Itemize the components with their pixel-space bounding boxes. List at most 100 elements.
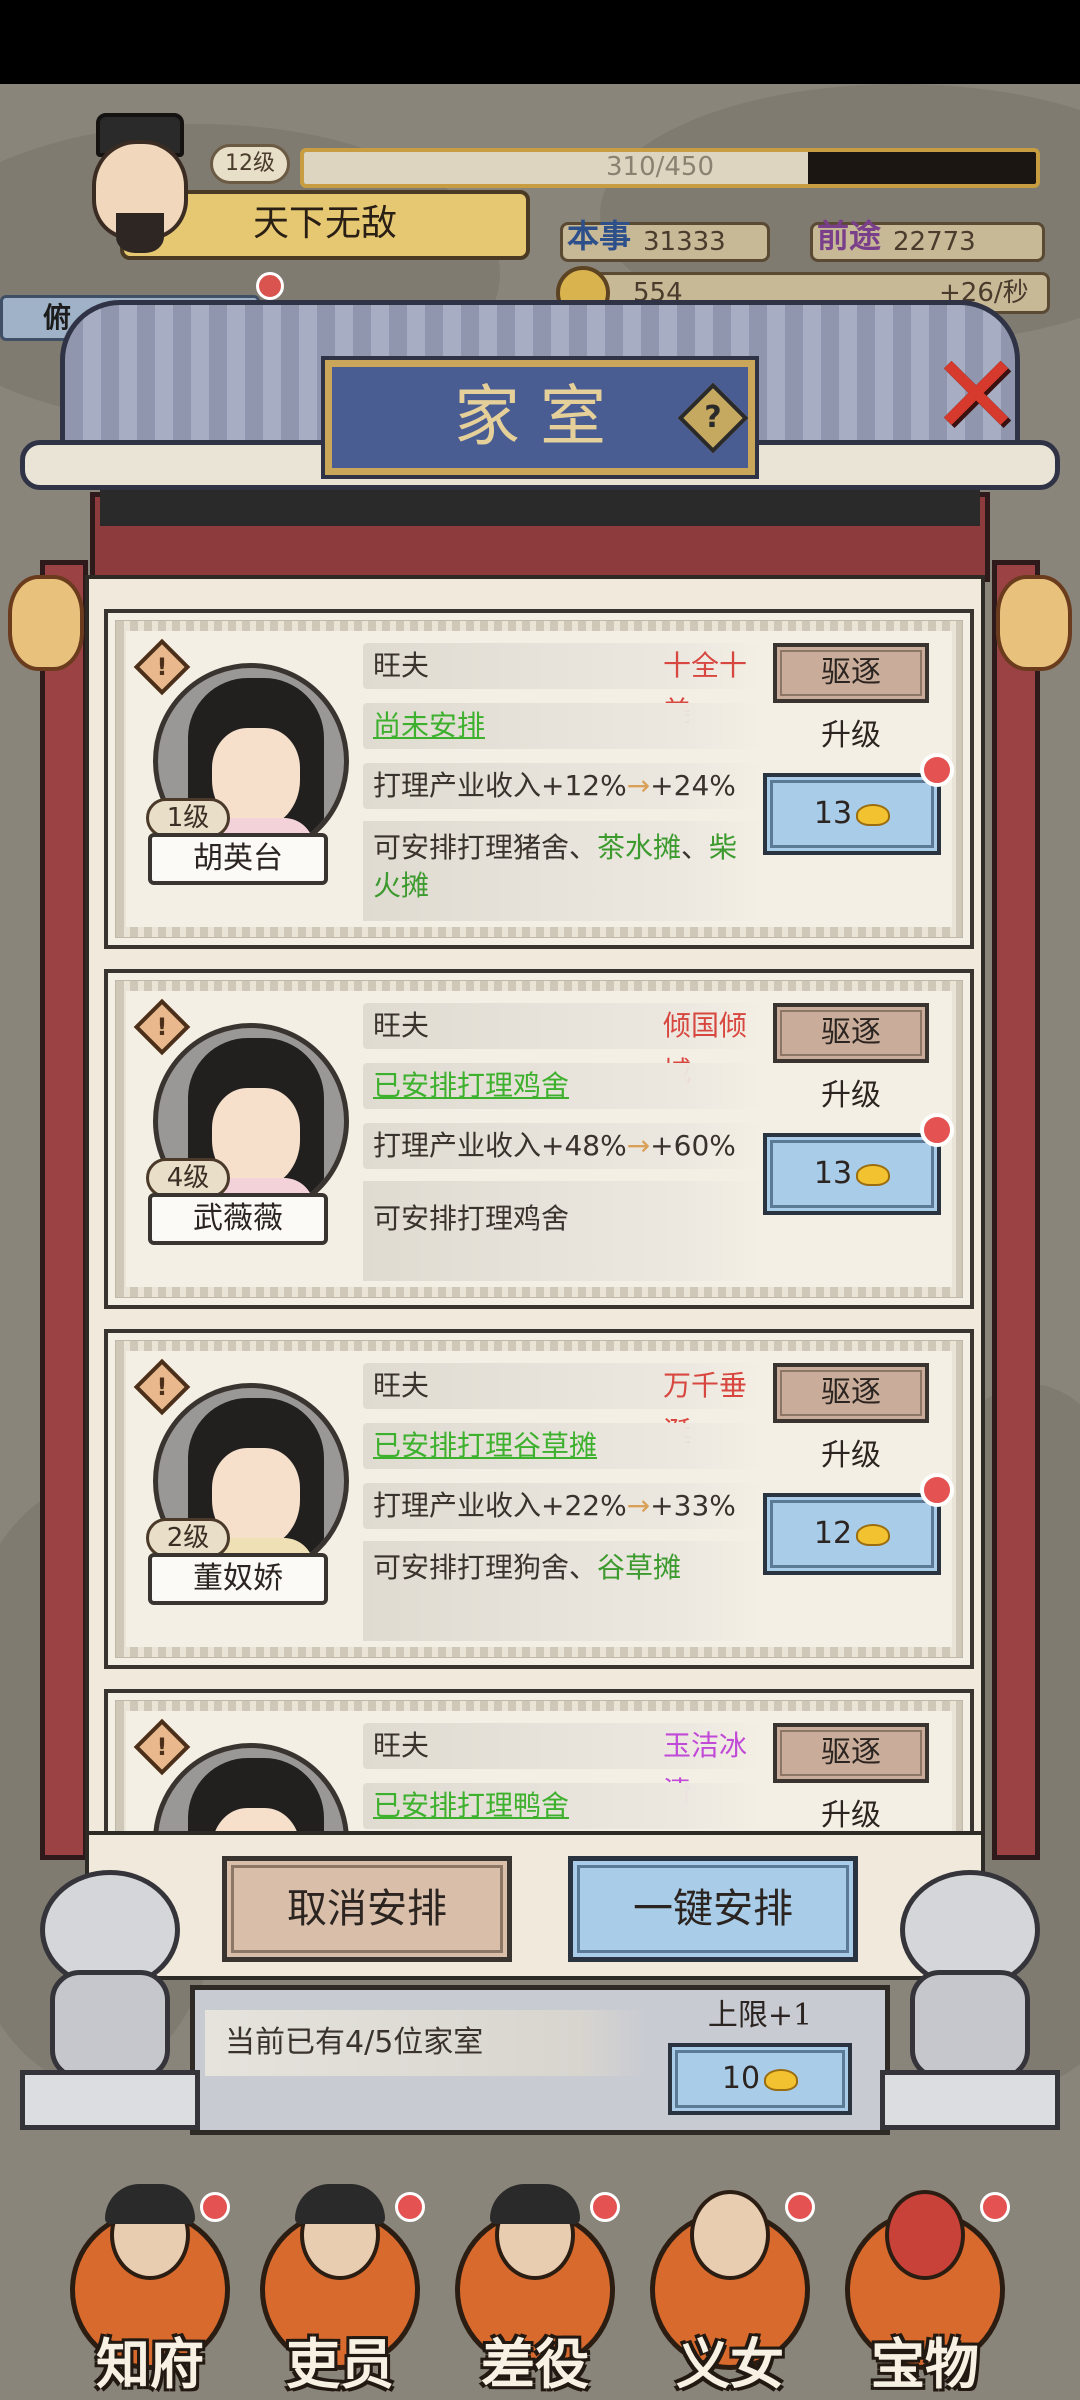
upgrade-cost: 12 (813, 1516, 853, 1551)
gold-ingot-icon (856, 803, 891, 826)
assignment-status[interactable]: 尚未安排 (373, 709, 485, 742)
wife-card: ! 1级 胡英台 旺夫 十全十美 尚未安排 打理产业收入+12%→+24% 可安… (104, 609, 974, 949)
upgrade-cost: 13 (813, 1156, 853, 1191)
close-icon: ✕ (930, 331, 1023, 459)
arrow-icon: → (626, 1489, 651, 1522)
wife-level: 1级 (146, 798, 230, 838)
prospect-value: 22773 (893, 227, 976, 257)
notification-dot (256, 272, 284, 300)
gold-ingot-icon (856, 1523, 891, 1546)
lantern-right-icon (996, 575, 1072, 671)
official-hat-icon (105, 2184, 195, 2224)
wife-card: ! 旺夫 玉洁冰清 已安排打理鸭舍 驱逐 升级 (104, 1689, 974, 1833)
gate-pillar-right (992, 560, 1040, 1860)
assignable-desc: 可安排打理狗舍、谷草摊 (363, 1541, 763, 1641)
stone-lion-right-icon (880, 1870, 1060, 2130)
desc-highlight: 茶水摊 (597, 831, 682, 864)
income-current: 打理产业收入+12% (373, 769, 627, 802)
arrow-icon: → (626, 769, 651, 802)
expel-button[interactable]: 驱逐 (773, 1003, 929, 1063)
official-hat-icon (295, 2184, 385, 2224)
trait-label: 旺夫 (373, 649, 430, 682)
assignment-status[interactable]: 已安排打理鸭舍 (373, 1789, 569, 1822)
income-next: +60% (650, 1129, 736, 1162)
status-row: 已安排打理鸡舍 (363, 1063, 763, 1109)
auto-assign-button[interactable]: 一键安排 (568, 1856, 858, 1962)
close-button[interactable]: ✕ (930, 340, 1040, 450)
income-current: 打理产业收入+48% (373, 1129, 627, 1162)
nav-label: 宝物 (871, 2332, 979, 2396)
xp-text: 310/450 (605, 152, 714, 182)
desc-separator: 、 (681, 831, 710, 864)
notification-dot (395, 2192, 425, 2222)
skill-value: 31333 (643, 227, 726, 257)
assignable-desc: 可安排打理猪舍、茶水摊、柴火摊 (363, 821, 763, 921)
notification-dot (920, 1473, 954, 1507)
status-row: 已安排打理谷草摊 (363, 1423, 763, 1469)
notification-dot (590, 2192, 620, 2222)
income-current: 打理产业收入+22% (373, 1489, 627, 1522)
income-row: 打理产业收入+12%→+24% (363, 763, 763, 809)
wife-name: 董奴娇 (148, 1553, 328, 1605)
treasure-bag-icon (885, 2190, 965, 2280)
wife-level: 4级 (146, 1158, 230, 1198)
income-row: 打理产业收入+48%→+60% (363, 1123, 763, 1169)
cancel-assignments-button[interactable]: 取消安排 (222, 1856, 512, 1962)
player-avatar[interactable] (70, 105, 210, 255)
trait-row: 旺夫 十全十美 (363, 643, 763, 728)
income-next: +33% (650, 1489, 736, 1522)
prospect-label: 前途 (817, 217, 882, 255)
skill-label: 本事 (567, 217, 632, 255)
gate-beam-shadow (100, 490, 980, 526)
desc-highlight: 谷草摊 (597, 1551, 682, 1584)
upgrade-button[interactable]: 13 (763, 1133, 941, 1215)
notification-dot (920, 1113, 954, 1147)
upgrade-label: 升级 (821, 1438, 881, 1473)
nav-label: 差役 (481, 2332, 589, 2396)
notification-dot (980, 2192, 1010, 2222)
upgrade-label: 升级 (821, 1798, 881, 1833)
capacity-cost: 10 (721, 2061, 761, 2096)
notification-dot (920, 753, 954, 787)
trait-label: 旺夫 (373, 1729, 430, 1762)
avatar-beard (116, 213, 164, 253)
expel-button[interactable]: 驱逐 (773, 643, 929, 703)
stone-lion-left-icon (20, 1870, 200, 2130)
nav-label: 义女 (676, 2332, 784, 2396)
wife-card: ! 2级 董奴娇 旺夫 万千垂涎 已安排打理谷草摊 打理产业收入+22%→+33… (104, 1329, 974, 1669)
nav-label: 吏员 (286, 2332, 394, 2396)
wife-name: 武薇薇 (148, 1193, 328, 1245)
capacity-upgrade-button[interactable]: 10 (668, 2043, 852, 2115)
wives-list[interactable]: ! 1级 胡英台 旺夫 十全十美 尚未安排 打理产业收入+12%→+24% 可安… (85, 575, 985, 1835)
assignable-desc: 可安排打理鸡舍 (363, 1181, 763, 1281)
trait-label: 旺夫 (373, 1009, 430, 1042)
gold-ingot-icon (764, 2068, 799, 2091)
gold-ingot-icon (856, 1163, 891, 1186)
notification-dot (200, 2192, 230, 2222)
income-next: +24% (650, 769, 736, 802)
income-row: 打理产业收入+22%→+33% (363, 1483, 763, 1529)
goddaughter-portrait-icon (690, 2190, 770, 2280)
trait-row: 旺夫 倾国倾城 (363, 1003, 763, 1088)
notification-dot (785, 2192, 815, 2222)
upgrade-label: 升级 (821, 1078, 881, 1113)
expel-button[interactable]: 驱逐 (773, 1723, 929, 1783)
upgrade-label: 升级 (821, 718, 881, 753)
desc-text: 可安排打理鸡舍 (373, 1202, 570, 1235)
wife-card: ! 4级 武薇薇 旺夫 倾国倾城 已安排打理鸡舍 打理产业收入+48%→+60%… (104, 969, 974, 1309)
capacity-upgrade-label: 上限+1 (707, 1998, 813, 2033)
upgrade-cost: 13 (813, 796, 853, 831)
wife-level: 2级 (146, 1518, 230, 1558)
trait-row: 旺夫 玉洁冰清 (363, 1723, 763, 1808)
assignment-status[interactable]: 已安排打理鸡舍 (373, 1069, 569, 1102)
upgrade-button[interactable]: 12 (763, 1493, 941, 1575)
gate-pillar-left (40, 560, 88, 1860)
upgrade-button[interactable]: 13 (763, 773, 941, 855)
arrow-icon: → (626, 1129, 651, 1162)
expel-button[interactable]: 驱逐 (773, 1363, 929, 1423)
nav-label: 知府 (96, 2332, 204, 2396)
skill-stat: 本事 31333 (560, 217, 770, 262)
trait-label: 旺夫 (373, 1369, 430, 1402)
assignment-status[interactable]: 已安排打理谷草摊 (373, 1429, 597, 1462)
capacity-text: 当前已有4/5位家室 (205, 2010, 645, 2076)
